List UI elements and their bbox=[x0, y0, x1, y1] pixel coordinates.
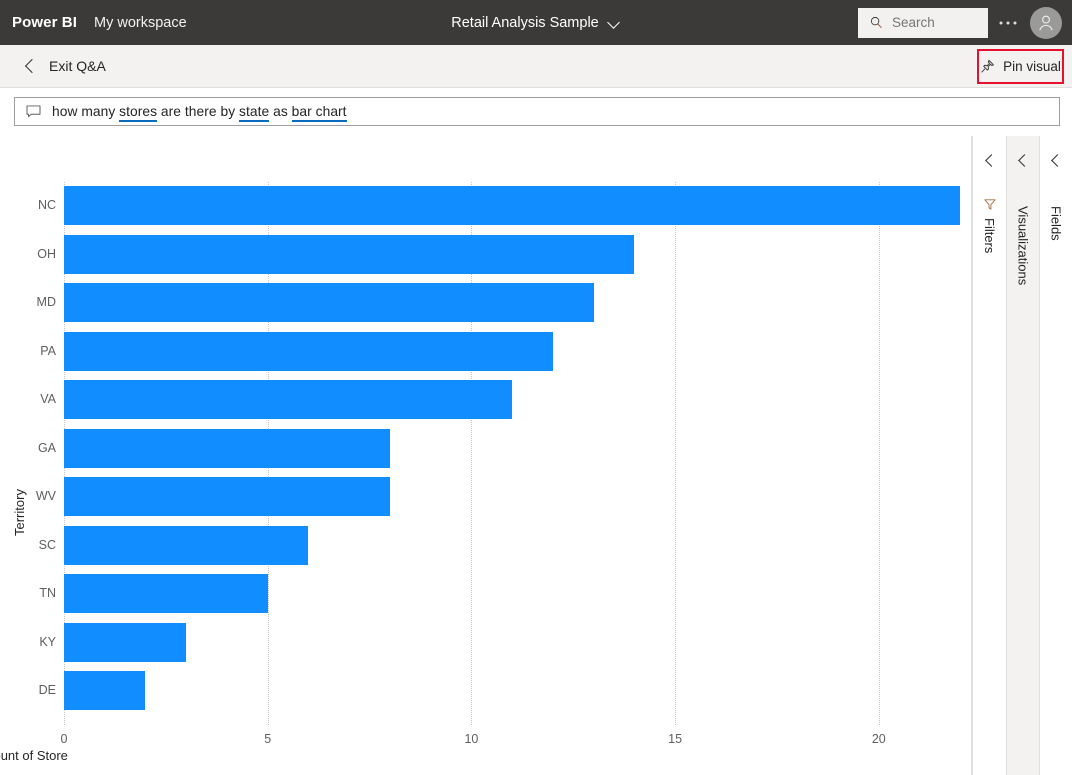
chart-bar[interactable] bbox=[64, 380, 512, 419]
qna-question-text: how many stores are there by state as ba… bbox=[52, 104, 347, 119]
chart-y-tick-label: MD bbox=[4, 283, 56, 322]
search-input[interactable]: Search bbox=[858, 8, 988, 38]
chart-bar[interactable] bbox=[64, 623, 186, 662]
chart-bar[interactable] bbox=[64, 283, 594, 322]
expand-filters-chevron-left-icon[interactable] bbox=[984, 155, 996, 167]
pin-icon bbox=[980, 59, 995, 74]
chart-y-axis-labels: NC OH MD PA VA GA WV SC TN KY DE bbox=[0, 182, 56, 725]
chart-bar[interactable] bbox=[64, 526, 308, 565]
chart-x-axis-title: Count of Store bbox=[0, 748, 972, 763]
chart-y-tick-label: SC bbox=[4, 526, 56, 565]
expand-visualizations-chevron-left-icon[interactable] bbox=[1017, 155, 1029, 167]
qna-toolbar: Exit Q&A Pin visual bbox=[0, 45, 1072, 88]
right-panel-label-fields[interactable]: Fields bbox=[1049, 206, 1064, 241]
app-header: Power BI My workspace Retail Analysis Sa… bbox=[0, 0, 1072, 45]
report-title-dropdown[interactable]: Retail Analysis Sample bbox=[451, 15, 621, 31]
right-panel-label-filters[interactable]: Filters bbox=[982, 218, 997, 253]
chart-bar[interactable] bbox=[64, 332, 553, 371]
qna-term-plain: as bbox=[269, 104, 291, 119]
chart-x-tick-label: 5 bbox=[264, 732, 271, 746]
chart-y-tick-label: TN bbox=[4, 574, 56, 613]
right-panel-fields: Fields bbox=[1039, 136, 1072, 775]
chevron-left-icon bbox=[24, 60, 36, 72]
qna-term-highlight[interactable]: bar chart bbox=[292, 104, 347, 122]
power-bi-qna-page: Power BI My workspace Retail Analysis Sa… bbox=[0, 0, 1072, 775]
chart-x-tick-label: 20 bbox=[872, 732, 886, 746]
chevron-down-icon bbox=[608, 18, 621, 27]
chart-x-tick-label: 15 bbox=[668, 732, 682, 746]
qna-term-plain: how many bbox=[52, 104, 119, 119]
search-placeholder-text: Search bbox=[892, 15, 935, 30]
qna-visual-container: Territory NCOHMDPAVAGAWVSCTNKYDE 0510152… bbox=[0, 136, 972, 775]
right-panel-label-visualizations[interactable]: Visualizations bbox=[1016, 206, 1031, 285]
chart-y-tick-label: PA bbox=[4, 332, 56, 371]
chart-bar[interactable] bbox=[64, 186, 960, 225]
chart-gridline bbox=[879, 182, 880, 725]
qna-question-input[interactable]: how many stores are there by state as ba… bbox=[14, 97, 1060, 126]
chart-y-tick-label: DE bbox=[4, 671, 56, 710]
qna-term-plain: are there by bbox=[157, 104, 239, 119]
chart-bar[interactable] bbox=[64, 235, 634, 274]
chart-y-tick-label: VA bbox=[4, 380, 56, 419]
qna-comment-icon bbox=[26, 105, 41, 118]
chart-bar[interactable] bbox=[64, 574, 268, 613]
chart-x-tick-label: 10 bbox=[464, 732, 478, 746]
qna-term-highlight[interactable]: stores bbox=[119, 104, 157, 122]
chart-y-tick-label: GA bbox=[4, 429, 56, 468]
qna-term-highlight[interactable]: state bbox=[239, 104, 269, 122]
chart-bar[interactable] bbox=[64, 671, 145, 710]
chart-y-tick-label: KY bbox=[4, 623, 56, 662]
workspace-link[interactable]: My workspace bbox=[94, 15, 187, 31]
chart-plot-area bbox=[64, 182, 960, 725]
ellipsis-icon bbox=[998, 20, 1018, 26]
report-title: Retail Analysis Sample bbox=[451, 15, 599, 31]
right-panel-visualizations: Visualizations bbox=[1006, 136, 1039, 775]
pin-visual-label: Pin visual bbox=[1003, 59, 1061, 74]
pin-visual-content: Pin visual bbox=[980, 59, 1061, 74]
right-panel-filters: Filters bbox=[972, 136, 1006, 775]
chart-x-axis-title-text: Count of Store bbox=[0, 748, 68, 763]
chart-bar[interactable] bbox=[64, 429, 390, 468]
right-side-panels: Filters Visualizations Fields bbox=[972, 136, 1072, 775]
pin-visual-button[interactable]: Pin visual bbox=[977, 49, 1064, 84]
user-avatar-icon bbox=[1036, 13, 1056, 33]
power-bi-logo[interactable]: Power BI bbox=[12, 14, 77, 31]
chart-y-tick-label: NC bbox=[4, 186, 56, 225]
avatar[interactable] bbox=[1030, 7, 1062, 39]
exit-qna-label: Exit Q&A bbox=[49, 58, 106, 74]
search-icon bbox=[870, 16, 883, 29]
header-actions: Search bbox=[858, 0, 1064, 45]
filter-funnel-icon bbox=[983, 198, 996, 211]
exit-qna-button[interactable]: Exit Q&A bbox=[24, 58, 106, 74]
chart-x-tick-label: 0 bbox=[61, 732, 68, 746]
chart-bar[interactable] bbox=[64, 477, 390, 516]
more-options-button[interactable] bbox=[988, 3, 1028, 43]
chart-y-tick-label: OH bbox=[4, 235, 56, 274]
chart-y-tick-label: WV bbox=[4, 477, 56, 516]
chart-gridline bbox=[675, 182, 676, 725]
expand-fields-chevron-left-icon[interactable] bbox=[1050, 155, 1062, 167]
